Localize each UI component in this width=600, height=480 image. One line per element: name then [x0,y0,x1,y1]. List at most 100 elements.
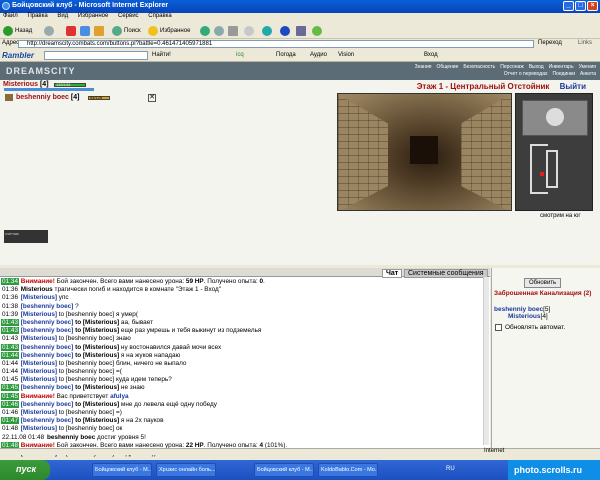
chat-nick[interactable]: [Misterious] [21,335,57,342]
tab-system[interactable]: Системные сообщения [404,269,488,278]
nav-skills[interactable]: Умения [579,64,596,70]
chat-nick[interactable]: [Misterious] [21,376,57,383]
nav-communication[interactable]: Общение [436,64,458,70]
room-user[interactable]: Misterious[4] [508,313,550,320]
nav-transfers[interactable]: Отчет о переводах [504,71,548,77]
chat-timestamp[interactable]: 01:44 [1,360,19,367]
refresh-room-button[interactable]: Обновить [524,278,562,288]
go-button[interactable]: Переход [538,40,562,46]
audio-button[interactable]: Аудио [310,52,327,58]
icq-button[interactable]: icq [236,52,244,58]
rambler-find-button[interactable]: Найти! [152,52,171,58]
chat-nick[interactable]: [Misterious] [21,409,57,416]
chat-timestamp[interactable]: 01:44 [1,368,19,375]
maximize-button[interactable]: □ [575,1,586,11]
chat-timestamp[interactable]: 01:44 [1,351,19,359]
calc-button[interactable] [296,24,306,37]
mail-button[interactable] [214,24,224,37]
chat-nick[interactable]: [beshenniy boec] [21,401,74,408]
taskbar-item[interactable]: Бойцовский клуб - М... [92,463,152,477]
dungeon-view[interactable] [337,93,512,211]
chat-nick[interactable]: [Misterious] [21,425,57,432]
nav-inventory[interactable]: Инвентарь [549,64,574,70]
chat-timestamp[interactable]: 01:43 [1,327,19,335]
close-icon[interactable]: ✕ [148,94,156,102]
exit-link[interactable]: Выйти [560,82,586,91]
chat-timestamp[interactable]: 01:45 [1,376,19,383]
chat-timestamp[interactable]: 22.11.08 01:48 [1,434,45,441]
media-button[interactable] [200,24,210,37]
chat-timestamp[interactable]: 01:43 [1,318,19,326]
back-button[interactable]: Назад [3,24,32,37]
forward-button[interactable] [44,24,54,37]
chat-scrollbar[interactable] [483,277,489,445]
vision-button[interactable]: Vision [338,52,354,58]
chat-timestamp[interactable]: 01:45 [1,384,19,392]
address-input[interactable]: http://dreamscity.combats.com/buttons.pl… [18,40,534,48]
weather-button[interactable]: Погода [276,52,296,58]
stop-button[interactable] [66,24,76,37]
chat-timestamp[interactable]: 01:45 [1,392,19,400]
chat-nick[interactable]: afulya [110,393,128,400]
menu-edit[interactable]: Правка [27,13,47,19]
bluetooth-button[interactable] [280,24,290,37]
messenger-button[interactable] [262,24,272,37]
chat-nick[interactable]: [beshenniy boec] [21,384,74,391]
chat-nick[interactable]: [beshenniy boec] [21,344,74,351]
rambler-login-button[interactable]: Вход [424,52,438,58]
chat-timestamp[interactable]: 01:47 [1,417,19,425]
chat-nick[interactable]: [beshenniy boec] [21,319,74,326]
language-indicator[interactable]: RU [446,466,455,472]
nav-character[interactable]: Персонаж [500,64,523,70]
chat-timestamp[interactable]: 01:46 [1,400,19,408]
search-button[interactable]: Поиск [112,24,141,37]
taskbar-item[interactable]: KoldoBablo.Com - Mo... [318,463,378,477]
chat-timestamp[interactable]: 01:36 [1,286,19,293]
start-button[interactable]: пуск [0,460,50,480]
nav-battles[interactable]: Поединки [553,71,576,77]
menu-file[interactable]: Файл [3,13,18,19]
close-button[interactable]: × [587,1,598,11]
chat-timestamp[interactable]: 01:36 [1,294,19,301]
chat-timestamp[interactable]: 01:39 [1,311,19,318]
chat-timestamp[interactable]: 01:38 [1,303,19,310]
chat-timestamp[interactable]: 01:48 [1,425,19,432]
chat-nick[interactable]: [beshenniy boec] [21,417,74,424]
chat-timestamp[interactable]: 01:43 [1,335,19,342]
chat-nick[interactable]: [Misterious] [21,311,57,318]
tab-chat[interactable]: Чат [382,269,403,278]
chat-timestamp[interactable]: 01:46 [1,409,19,416]
chat-timestamp[interactable]: 01:43 [1,343,19,351]
menu-help[interactable]: Справка [148,13,172,19]
chat-nick[interactable]: [Misterious] [21,360,57,367]
chat-nick[interactable]: [beshenniy boec] [21,352,74,359]
player2-name[interactable]: beshenniy boec [4] [16,94,79,101]
chat-nick[interactable]: [beshenniy boec] [21,327,74,334]
nav-exit[interactable]: Выход [529,64,544,70]
favorites-button[interactable]: Избранное [148,24,190,37]
chat-panel[interactable]: Чат Системные сообщения 01:34 Внимание! … [0,268,490,457]
nav-knowledge[interactable]: Знания [415,64,432,70]
links-button[interactable]: Links [578,40,592,46]
refresh-button[interactable] [80,24,90,37]
room-user[interactable]: beshenniy boec[5] [494,306,550,313]
menu-view[interactable]: Вид [57,13,68,19]
chat-nick[interactable]: [Misterious] [21,294,57,301]
player1-name[interactable]: Misterious [4] [3,81,49,88]
chat-nick[interactable]: [beshenniy boec] [21,303,74,310]
edit-button[interactable] [244,24,254,37]
im-button[interactable] [312,24,322,37]
taskbar-item[interactable]: Бойцовский клуб - М... [254,463,314,477]
print-button[interactable] [228,24,238,37]
chat-nick[interactable]: [Misterious] [21,368,57,375]
nav-security[interactable]: Безопасность [463,64,495,70]
rambler-search-input[interactable] [44,51,148,60]
minimap[interactable] [515,93,593,211]
menu-tools[interactable]: Сервис [118,13,139,19]
home-button[interactable] [94,24,104,37]
menu-favorites[interactable]: Избранное [78,13,108,19]
taskbar-item[interactable]: Xpuзис онлайн боль... [156,463,216,477]
auto-update-checkbox[interactable] [495,324,502,331]
nav-profile[interactable]: Анкета [580,71,596,77]
minimize-button[interactable]: _ [563,1,574,11]
